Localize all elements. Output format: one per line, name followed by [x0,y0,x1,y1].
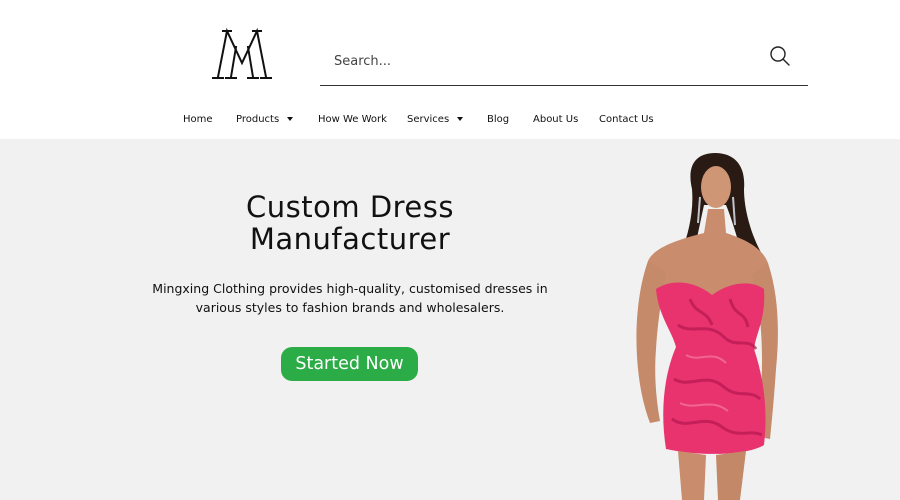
nav-item-label: How We Work [318,113,387,125]
nav-item-label: Blog [487,113,510,125]
nav-item-label: About Us [533,113,579,125]
nav-item-contact-us[interactable]: Contact Us [599,105,654,133]
caret-down-icon [457,117,464,121]
nav-item-label: Services [407,113,450,125]
search-icon[interactable] [768,44,792,68]
started-now-button[interactable]: Started Now [281,347,418,381]
hero-title: Custom Dress Manufacturer [246,190,454,256]
nav-item-label: Products [236,113,280,125]
nav-item-home[interactable]: Home [183,105,213,133]
model-in-pink-dress-image [620,149,790,500]
search-bar [320,36,808,86]
site-header: Home Products How We Work Services Blog … [0,0,900,139]
nav-item-products[interactable]: Products [236,105,294,133]
hero-section: Custom Dress Manufacturer Mingxing Cloth… [0,139,900,500]
monogram-logo-icon[interactable] [209,27,275,83]
nav-item-how-we-work[interactable]: How We Work [318,105,387,133]
nav-item-services[interactable]: Services [407,105,464,133]
main-nav: Home Products How We Work Services Blog … [0,105,900,133]
hero-description: Mingxing Clothing provides high-quality,… [152,281,548,315]
nav-item-label: Contact Us [599,113,654,125]
nav-item-blog[interactable]: Blog [487,105,509,133]
nav-item-about-us[interactable]: About Us [533,105,578,133]
search-input[interactable] [332,46,756,76]
nav-item-label: Home [183,113,213,125]
caret-down-icon [287,117,294,121]
